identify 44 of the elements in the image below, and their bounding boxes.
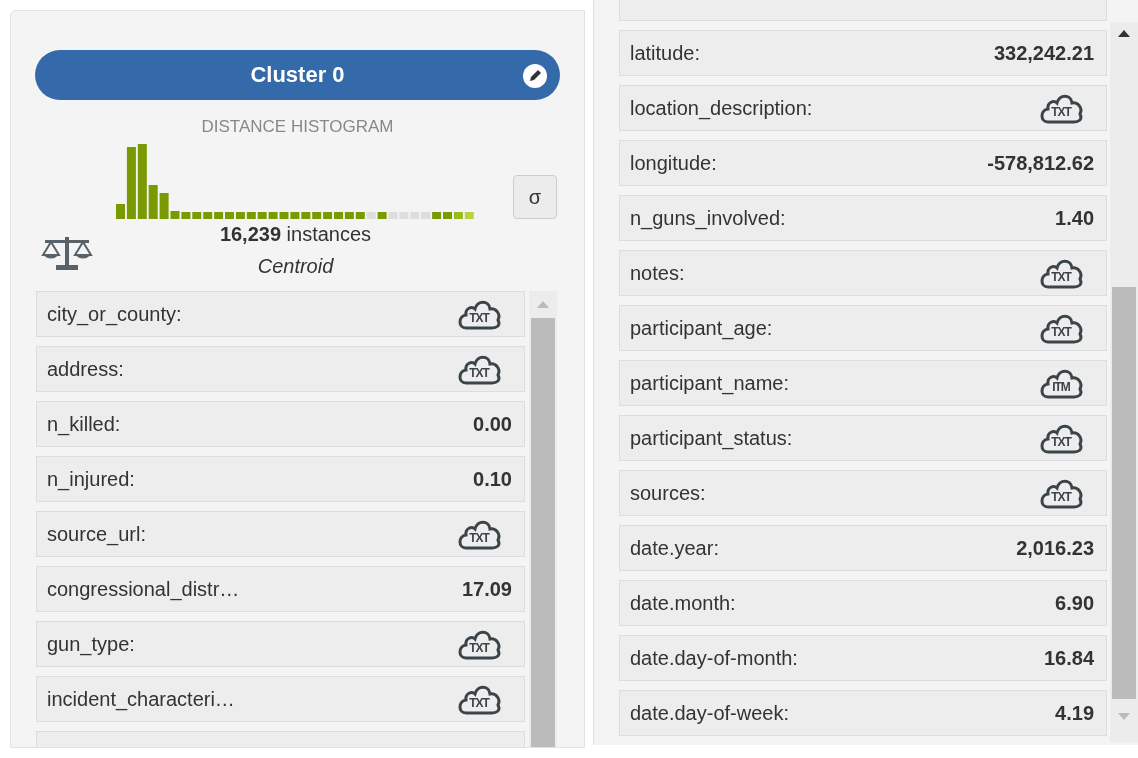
field-name: date.day-of-week:: [630, 701, 789, 726]
field-name: sources:: [630, 481, 706, 506]
field-value: 1.40: [1055, 206, 1095, 231]
field-name: address:: [47, 357, 124, 382]
scrollbar-thumb[interactable]: [531, 318, 555, 747]
scroll-down-arrow-icon[interactable]: [1118, 713, 1130, 720]
field-name: n_guns_involved:: [630, 206, 786, 232]
field-value: 2,016.23: [1016, 536, 1095, 561]
field-name: n_injured:: [47, 467, 135, 493]
scrollbar[interactable]: [1110, 22, 1138, 742]
field-name: n_killed:: [47, 412, 121, 438]
field-value: 332,242.21: [993, 41, 1095, 66]
field-name: participant_age:: [630, 316, 773, 342]
field-value: 0.10: [473, 467, 512, 492]
centroid-label: Centroid: [257, 254, 334, 279]
field-value: 17.09: [461, 577, 512, 602]
field-name: congressional_distr…: [47, 577, 240, 603]
field-name: participant_name:: [630, 371, 789, 397]
scrollbar[interactable]: [529, 291, 557, 747]
field-name: notes:: [630, 261, 685, 286]
sigma-button[interactable]: σ: [513, 175, 557, 219]
field-value: 0.00: [473, 412, 512, 437]
scroll-up-arrow-icon[interactable]: [1118, 30, 1130, 37]
pencil-icon[interactable]: [522, 63, 548, 89]
histogram-title: DISTANCE HISTOGRAM: [201, 118, 394, 135]
scrollbar-thumb[interactable]: [1112, 287, 1136, 699]
field-name: date.year:: [630, 536, 719, 561]
cluster-title-bar[interactable]: Cluster 0: [35, 50, 560, 100]
field-name: longitude:: [630, 151, 717, 176]
field-name: source_url:: [47, 522, 146, 548]
instance-count: 16,239 instances: [219, 222, 372, 247]
field-value: 16.84: [1044, 646, 1095, 671]
field-value: 4.19: [1055, 701, 1095, 726]
field-name: date.day-of-month:: [630, 646, 798, 671]
field-name: date.month:: [630, 591, 736, 616]
field-name: city_or_county:: [47, 302, 182, 328]
field-name: location_description:: [630, 96, 813, 122]
balance-scale-icon: [41, 235, 93, 271]
field-name: participant_status:: [630, 426, 793, 452]
field-name: latitude:: [630, 41, 701, 66]
field-value: -578,812.62: [987, 151, 1095, 176]
field-value: 6.90: [1055, 591, 1095, 616]
field-name: gun_type:: [47, 632, 135, 658]
field-name: incident_characteri…: [47, 687, 235, 713]
